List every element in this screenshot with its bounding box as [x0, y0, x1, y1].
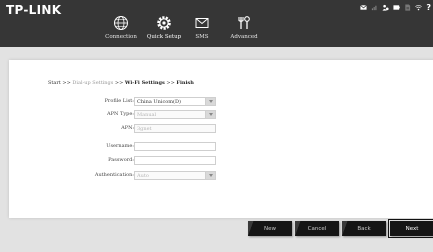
help-icon[interactable]: ?	[426, 3, 431, 12]
chevron-down-icon[interactable]	[205, 111, 215, 118]
chevron-down-icon[interactable]	[205, 98, 215, 105]
nav-quick-setup[interactable]: Quick Setup	[146, 0, 182, 47]
sms-indicator-icon[interactable]	[360, 4, 368, 11]
next-button[interactable]: Next	[388, 219, 433, 238]
cancel-button[interactable]: Cancel	[295, 221, 339, 236]
breadcrumb-separator: >>	[62, 80, 71, 86]
breadcrumb-dialup: Dial-up Settings	[72, 80, 114, 86]
nav-advanced-label: Advanced	[230, 34, 258, 40]
back-button[interactable]: Back	[342, 221, 386, 236]
apn-label: APN:	[121, 125, 134, 131]
nav-connection[interactable]: Connection	[104, 0, 138, 47]
breadcrumb-separator: >>	[166, 80, 175, 86]
signal-icon	[372, 5, 377, 11]
breadcrumb-wifi: Wi-Fi Settings	[124, 80, 165, 86]
username-input[interactable]	[134, 142, 216, 151]
apn-type-select[interactable]: Manual	[134, 110, 216, 119]
new-button[interactable]: New	[248, 221, 292, 236]
password-row: Password:	[9, 156, 249, 166]
authentication-value: Auto	[137, 173, 149, 179]
top-header: TP-LINK Connection Quick Setup SMS Advan…	[0, 0, 433, 47]
authentication-row: Authentication: Auto	[9, 171, 249, 181]
nav-quick-setup-label: Quick Setup	[146, 34, 182, 40]
nav-connection-label: Connection	[105, 34, 137, 40]
apn-type-label: APN Type:	[107, 111, 134, 117]
profile-list-select[interactable]: China Unicom(D)	[134, 97, 216, 106]
breadcrumb-start: Start	[48, 80, 61, 86]
password-label: Password:	[108, 157, 134, 163]
profile-list-label: Profile List:	[104, 98, 134, 104]
profile-list-row: Profile List: China Unicom(D)	[9, 97, 249, 107]
tp-link-logo: TP-LINK	[6, 3, 62, 17]
wifi-clients-icon[interactable]	[382, 4, 389, 11]
battery-icon	[393, 5, 401, 10]
envelope-icon	[195, 18, 209, 28]
apn-type-row: APN Type: Manual	[9, 110, 249, 120]
breadcrumb-finish: Finish	[176, 80, 194, 86]
nav-advanced[interactable]: Advanced	[228, 0, 260, 47]
status-bar: ?	[360, 3, 431, 12]
password-input[interactable]	[134, 156, 216, 165]
tools-icon	[238, 16, 250, 29]
apn-row: APN: 3gnet	[9, 124, 249, 134]
globe-icon	[114, 16, 128, 30]
authentication-select[interactable]: Auto	[134, 171, 216, 180]
username-row: Username:	[9, 142, 249, 152]
sim-icon	[405, 4, 411, 11]
apn-value: 3gnet	[137, 126, 152, 132]
authentication-label: Authentication:	[94, 172, 134, 178]
setup-panel: Start >> Dial-up Settings >> Wi-Fi Setti…	[9, 60, 433, 218]
wifi-icon	[415, 4, 423, 11]
gear-icon	[157, 16, 171, 30]
breadcrumb: Start >> Dial-up Settings >> Wi-Fi Setti…	[48, 80, 194, 86]
nav-sms-label: SMS	[195, 34, 209, 40]
chevron-down-icon[interactable]	[205, 172, 215, 179]
username-label: Username:	[106, 143, 134, 149]
apn-input[interactable]: 3gnet	[134, 124, 216, 133]
breadcrumb-separator: >>	[114, 80, 124, 86]
apn-type-value: Manual	[137, 112, 157, 118]
nav-sms[interactable]: SMS	[190, 0, 214, 47]
profile-list-value: China Unicom(D)	[137, 99, 181, 105]
